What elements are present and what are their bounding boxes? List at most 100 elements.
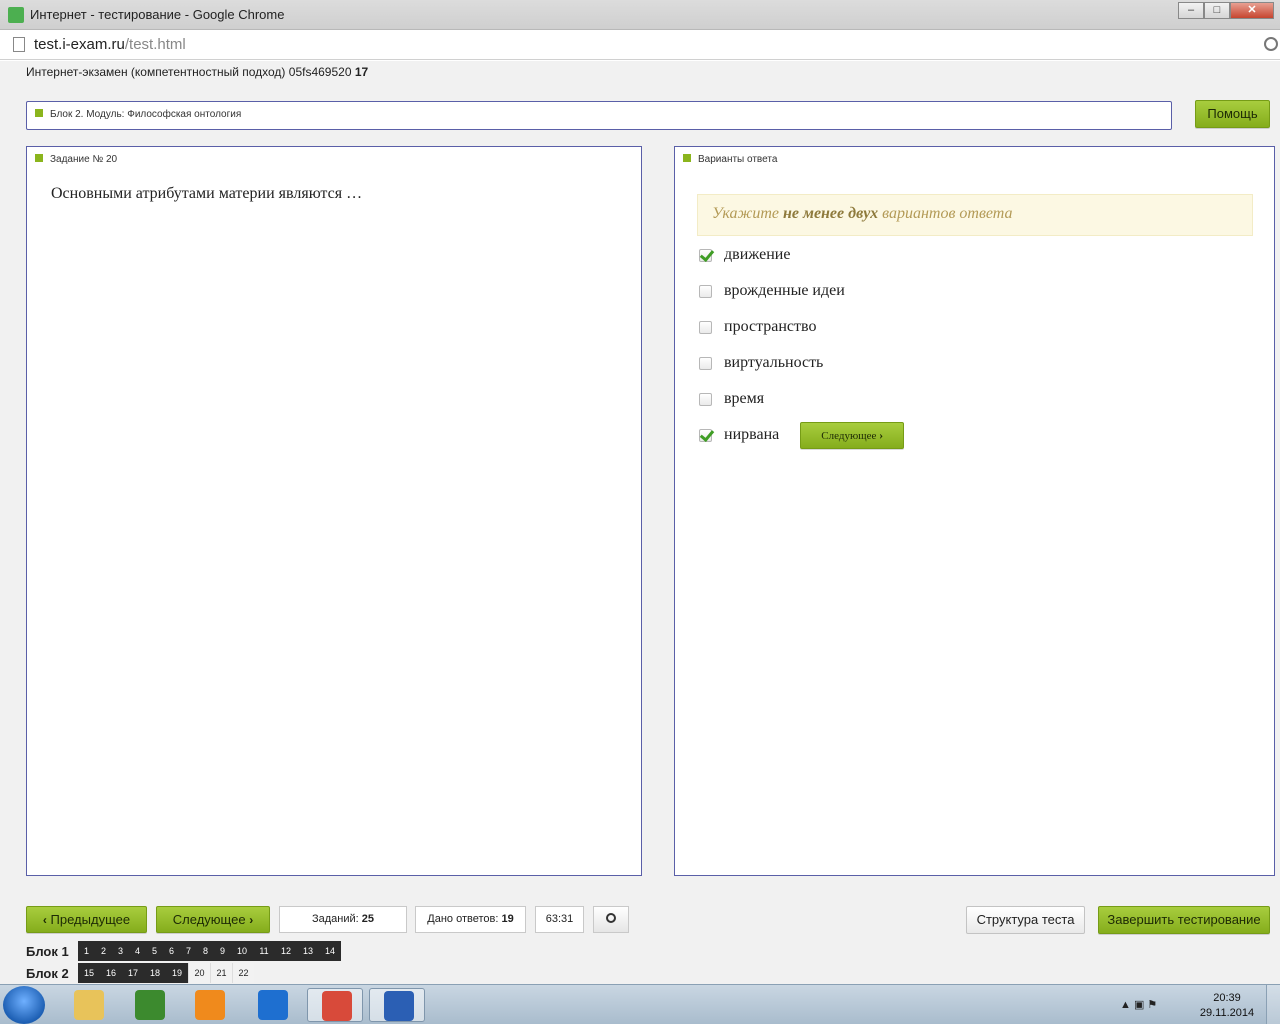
explorer-icon [74,990,104,1020]
taskbar-item[interactable] [307,988,363,1022]
address-bar[interactable]: test.i-exam.ru/test.html [0,30,1280,60]
option-label[interactable]: движение [724,246,790,264]
option-label[interactable]: врожденные идеи [724,282,845,300]
finish-test-button[interactable]: Завершить тестирование [1098,906,1270,934]
option-label[interactable]: пространство [724,318,816,336]
answer-option[interactable]: пространство [699,316,816,338]
task-number-1[interactable]: 1 [78,941,95,961]
chrome-icon [322,991,352,1021]
tasks-label: Заданий: [311,913,359,925]
media-player-icon [195,990,225,1020]
taskbar: ▲ ▣ ⚑ 20:39 29.11.2014 [0,984,1280,1024]
task-number-4[interactable]: 4 [129,941,146,961]
minimize-button[interactable]: – [1178,2,1204,19]
taskbar-item[interactable] [369,988,425,1022]
window-title: Интернет - тестирование - Google Chrome [30,7,285,22]
block-2-row: Блок 2 15 16 17 18 19 20 21 22 [26,963,254,983]
task-number-5[interactable]: 5 [146,941,163,961]
page-content: Интернет-экзамен (компетентностный подхо… [0,61,1280,984]
chevron-left-icon: ‹ [42,913,47,927]
task-number-21[interactable]: 21 [210,963,232,983]
checkbox[interactable] [699,392,712,406]
task-number-11[interactable]: 11 [253,941,275,961]
system-tray[interactable]: ▲ ▣ ⚑ [1120,998,1157,1011]
url-text[interactable]: test.i-exam.ru/test.html [34,36,186,53]
window-titlebar: Интернет - тестирование - Google Chrome … [0,0,1280,30]
checkbox[interactable] [699,284,712,298]
next-button[interactable]: Следующее › [156,906,270,933]
taskbar-item[interactable] [121,988,177,1022]
checkbox[interactable] [699,248,712,262]
answer-option[interactable]: виртуальность [699,352,823,374]
task-number-14[interactable]: 14 [319,941,341,961]
maximize-button[interactable]: □ [1204,2,1230,19]
task-number-20[interactable]: 20 [188,963,210,983]
option-label[interactable]: нирвана [724,426,779,444]
taskbar-item[interactable] [244,988,300,1022]
answers-panel-head: Варианты ответа [683,154,777,165]
answer-option[interactable]: время [699,388,764,410]
task-number-19[interactable]: 19 [166,963,188,983]
help-button[interactable]: Помощь [1195,100,1270,128]
task-number-22[interactable]: 22 [232,963,254,983]
task-number-list: 1 2 3 4 5 6 7 8 9 10 11 12 13 14 [78,941,341,961]
app-icon [8,7,24,23]
checkbox[interactable] [699,320,712,334]
show-desktop-button[interactable] [1266,985,1280,1024]
answered-value: 19 [501,913,514,925]
option-label[interactable]: виртуальность [724,354,823,372]
task-number-8[interactable]: 8 [197,941,214,961]
chevron-right-icon: › [249,913,254,927]
checkbox[interactable] [699,356,712,370]
taskbar-clock[interactable]: 20:39 29.11.2014 [1196,991,1258,1021]
answered-count: Дано ответов: 19 [415,906,526,933]
task-number-6[interactable]: 6 [163,941,180,961]
task-number-3[interactable]: 3 [112,941,129,961]
answered-label: Дано ответов: [427,913,499,925]
task-number-9[interactable]: 9 [214,941,231,961]
next-inline-button[interactable]: Следующее › [800,421,905,449]
task-panel: Задание № 20 Основными атрибутами матери… [26,146,642,876]
exam-header-text: Интернет-экзамен (компетентностный подхо… [26,65,352,79]
task-number-16[interactable]: 16 [100,963,122,983]
zoom-icon[interactable] [1264,37,1278,51]
bullet-icon [35,109,43,117]
window-controls: – □ ✕ [1178,2,1274,19]
next-inline-label: Следующее [821,429,877,442]
answer-option[interactable]: движение [699,244,790,266]
page-icon [13,37,25,52]
timer-toggle-button[interactable] [593,906,629,933]
hint-post: вариантов ответа [878,205,1013,222]
task-number-13[interactable]: 13 [297,941,319,961]
taskbar-item[interactable] [60,988,116,1022]
option-label[interactable]: время [724,390,764,408]
task-number-10[interactable]: 10 [231,941,253,961]
answer-option[interactable]: нирвана Следующее › [699,421,905,449]
start-button[interactable] [3,986,45,1024]
task-number-7[interactable]: 7 [180,941,197,961]
previous-button[interactable]: ‹ Предыдущее [26,906,147,933]
test-structure-button[interactable]: Структура теста [966,906,1085,934]
task-number-12[interactable]: 12 [275,941,297,961]
task-number-2[interactable]: 2 [95,941,112,961]
task-panel-head: Задание № 20 [35,154,117,165]
task-number-18[interactable]: 18 [144,963,166,983]
next-label: Следующее [172,912,246,927]
task-number-17[interactable]: 17 [122,963,144,983]
tasks-value: 25 [361,913,375,925]
bullet-icon [683,154,691,162]
mail-agent-icon [258,990,288,1020]
block-1-row: Блок 1 1 2 3 4 5 6 7 8 9 10 11 12 13 14 [26,941,341,961]
taskbar-item[interactable] [181,988,237,1022]
block-title: Блок 2. Модуль: Философская онтология [50,109,242,120]
hint-bold: не менее двух [783,205,879,222]
close-button[interactable]: ✕ [1230,2,1274,19]
clock-date: 29.11.2014 [1199,1007,1255,1019]
task-number: Задание № 20 [50,154,118,165]
exam-header: Интернет-экзамен (компетентностный подхо… [26,65,368,79]
task-number-list: 15 16 17 18 19 20 21 22 [78,963,254,983]
task-number-15[interactable]: 15 [78,963,100,983]
bullet-icon [35,154,43,162]
answer-option[interactable]: врожденные идеи [699,280,845,302]
checkbox[interactable] [699,428,712,442]
